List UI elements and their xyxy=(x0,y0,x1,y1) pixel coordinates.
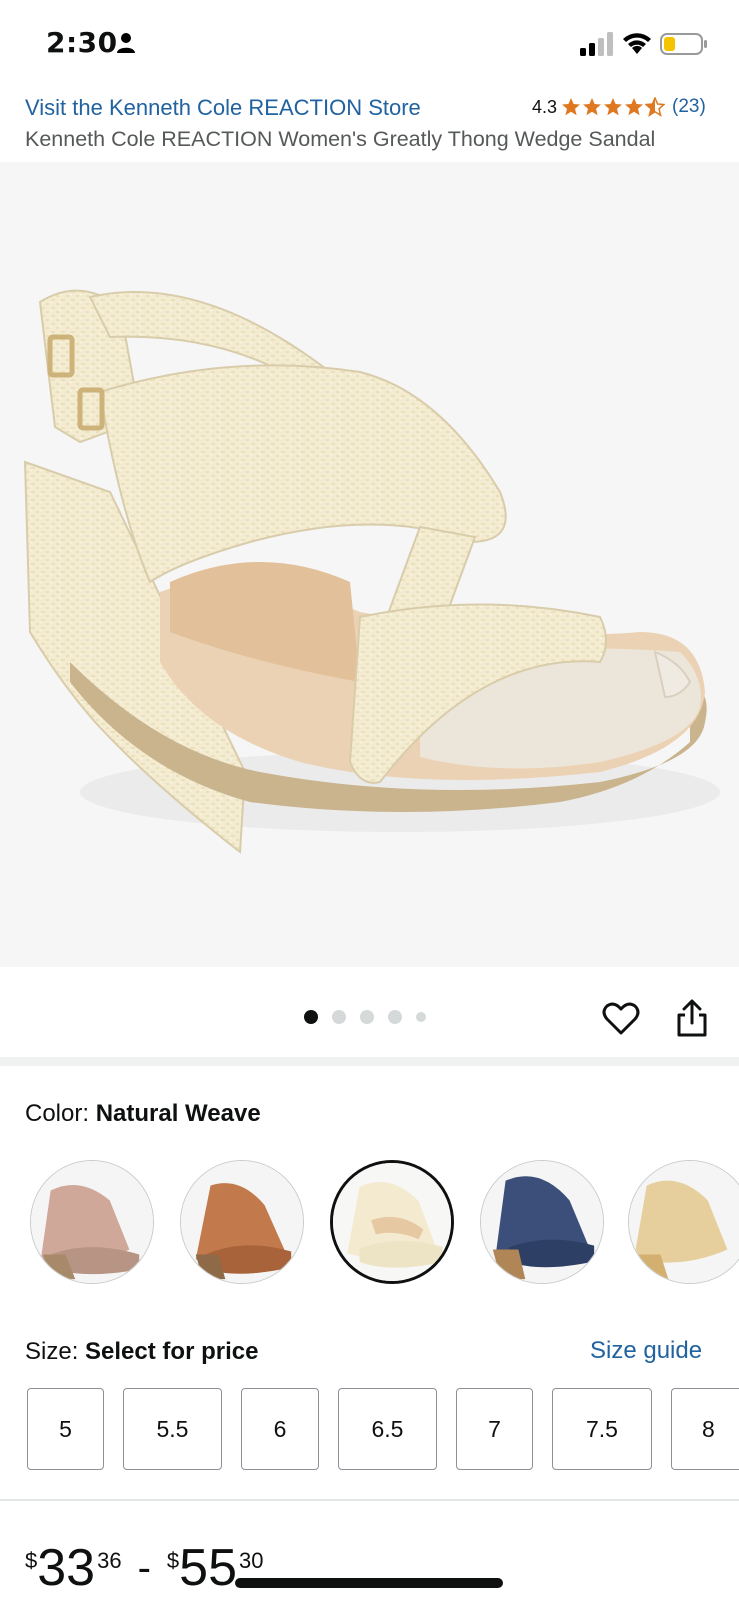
size-option-7-5[interactable]: 7.5 xyxy=(552,1388,652,1470)
share-icon[interactable] xyxy=(676,999,708,1037)
product-image xyxy=(23,289,720,854)
heart-icon[interactable] xyxy=(602,1002,640,1036)
product-image-gallery[interactable] xyxy=(0,162,739,967)
carousel-dot-1[interactable] xyxy=(304,1010,318,1024)
price-low-fraction: 36 xyxy=(97,1548,122,1573)
price-divider xyxy=(0,1499,739,1501)
size-label: Size: Select for price xyxy=(25,1338,258,1366)
store-link[interactable]: Visit the Kenneth Cole REACTION Store xyxy=(25,95,421,121)
color-swatch-taupe[interactable] xyxy=(30,1160,154,1284)
color-swatch-gold[interactable] xyxy=(628,1160,739,1284)
carousel-dot-3[interactable] xyxy=(360,1010,374,1024)
carousel-dots[interactable] xyxy=(304,1010,440,1024)
carousel-dot-5[interactable] xyxy=(416,1012,426,1022)
size-option-6-5[interactable]: 6.5 xyxy=(338,1388,437,1470)
size-option-5-5[interactable]: 5.5 xyxy=(123,1388,222,1470)
person-icon xyxy=(117,33,135,53)
star-rating xyxy=(561,97,666,117)
home-indicator[interactable] xyxy=(235,1578,503,1588)
star-icon xyxy=(583,98,602,116)
size-guide-link[interactable]: Size guide xyxy=(590,1337,702,1365)
status-time: 2:30 xyxy=(46,26,118,59)
size-options: 5 5.5 6 6.5 7 7.5 8 xyxy=(0,1388,739,1470)
size-option-5[interactable]: 5 xyxy=(27,1388,104,1470)
star-icon xyxy=(604,98,623,116)
color-swatch-cognac[interactable] xyxy=(180,1160,304,1284)
color-label-prefix: Color: xyxy=(25,1100,90,1127)
size-label-prefix: Size: xyxy=(25,1338,79,1365)
size-selected-value: Select for price xyxy=(85,1338,259,1365)
star-icon xyxy=(562,98,581,116)
color-swatch-natural-weave[interactable] xyxy=(330,1160,454,1284)
rating-summary[interactable]: 4.3 (23) xyxy=(532,93,706,121)
rating-value: 4.3 xyxy=(532,96,558,117)
star-icon xyxy=(625,98,644,116)
carousel-controls xyxy=(0,967,739,1065)
product-title: Kenneth Cole REACTION Women's Greatly Th… xyxy=(25,127,656,151)
rating-count[interactable]: (23) xyxy=(672,96,706,118)
color-label: Color: Natural Weave xyxy=(25,1100,261,1128)
price-high-fraction: 30 xyxy=(239,1548,264,1573)
star-half-icon xyxy=(645,97,666,117)
carousel-dot-4[interactable] xyxy=(388,1010,402,1024)
section-divider xyxy=(0,1057,739,1066)
color-selected-value: Natural Weave xyxy=(95,1100,261,1127)
color-swatch-navy[interactable] xyxy=(480,1160,604,1284)
battery-icon xyxy=(660,33,707,55)
price-low-currency: $ xyxy=(25,1548,38,1573)
price-range: $ 33 36 - $ 55 30 xyxy=(25,1540,263,1600)
price-separator: - xyxy=(137,1546,151,1590)
color-swatches xyxy=(0,1160,739,1286)
size-option-8[interactable]: 8 xyxy=(671,1388,739,1470)
carousel-dot-2[interactable] xyxy=(332,1010,346,1024)
signal-icon xyxy=(580,32,613,56)
wifi-icon xyxy=(623,33,651,54)
price-high-currency: $ xyxy=(166,1548,180,1573)
size-option-6[interactable]: 6 xyxy=(241,1388,319,1470)
price-high-whole: 55 xyxy=(179,1539,237,1597)
size-option-7[interactable]: 7 xyxy=(456,1388,533,1470)
status-bar: 2:30 xyxy=(0,0,739,90)
price-low-whole: 33 xyxy=(37,1539,96,1597)
